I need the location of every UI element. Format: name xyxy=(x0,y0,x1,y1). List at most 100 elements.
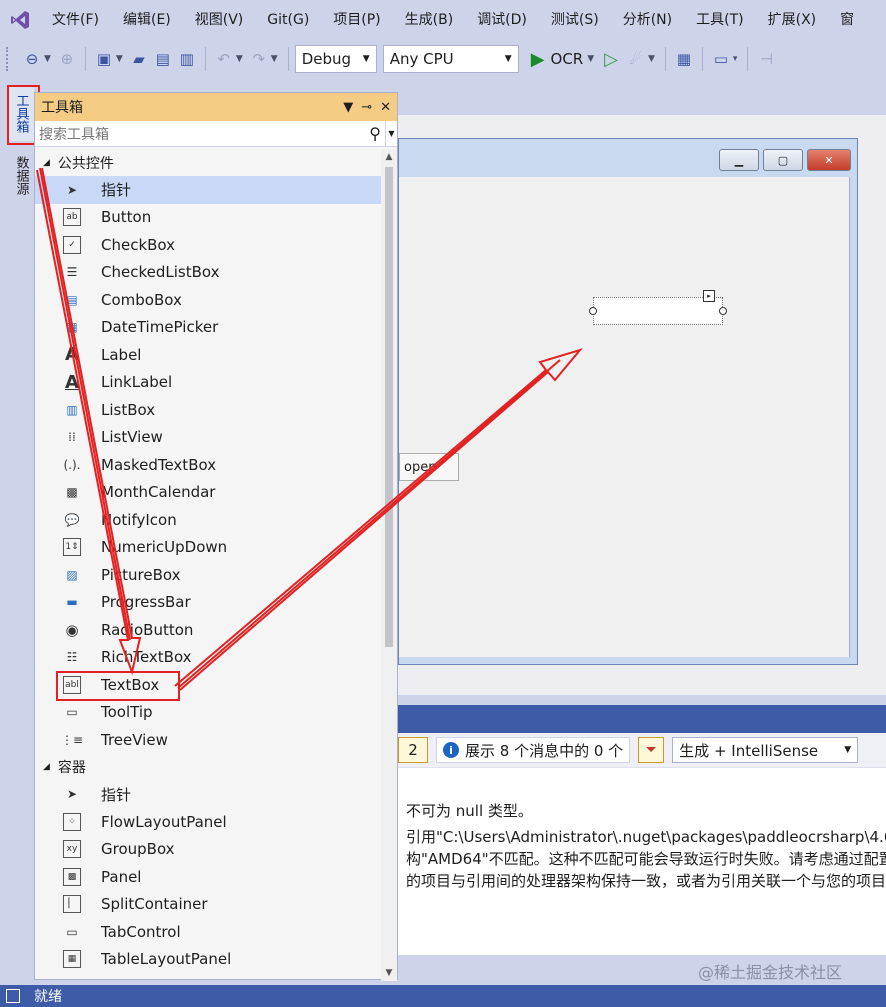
toolbox-item-flowlayoutpanel[interactable]: ⁘ FlowLayoutPanel xyxy=(35,808,383,836)
toolbox-item-panel[interactable]: ▩ Panel xyxy=(35,863,383,891)
toolbox-scrollbar[interactable]: ▲ ▼ xyxy=(381,149,397,981)
undo-dropdown-icon[interactable]: ▼ xyxy=(236,54,243,64)
start-debugging-icon[interactable]: ▶ xyxy=(531,49,545,70)
maximize-icon[interactable]: ▢ xyxy=(763,149,803,171)
toolbox-item-treeview[interactable]: ⋮≡ TreeView xyxy=(35,726,383,754)
toolbox-item-label[interactable]: A Label xyxy=(35,341,383,369)
toolbox-item-pointer[interactable]: ➤ 指针 xyxy=(35,781,383,809)
start-without-debugging-icon[interactable]: ▷ xyxy=(604,49,618,70)
toolbox-item-checkbox[interactable]: ✓ CheckBox xyxy=(35,231,383,259)
toolbox-item-notifyicon[interactable]: 💬 NotifyIcon xyxy=(35,506,383,534)
toolbox-item-pointer[interactable]: ➤ 指针 xyxy=(35,176,383,204)
start-target-label[interactable]: OCR xyxy=(551,50,584,68)
save-all-icon[interactable]: ▥ xyxy=(175,47,199,71)
toolbox-item-maskedtextbox[interactable]: (.). MaskedTextBox xyxy=(35,451,383,479)
close-icon[interactable]: ✕ xyxy=(380,100,391,115)
item-label: CheckBox xyxy=(101,235,176,254)
output-window-icon[interactable] xyxy=(6,989,20,1003)
redo-dropdown-icon[interactable]: ▼ xyxy=(271,54,278,64)
error-line[interactable]: 的项目与引用间的处理器架构保持一致，或者为引用关联一个与您的项目的 xyxy=(406,870,886,891)
warnings-count-button[interactable]: 2 xyxy=(398,737,428,763)
redo-icon[interactable]: ↷ xyxy=(247,47,271,71)
close-icon[interactable]: ✕ xyxy=(807,149,851,171)
toolbox-group-containers[interactable]: ◢ 容器 xyxy=(35,754,383,781)
search-options-dropdown-icon[interactable]: ▼ xyxy=(385,121,397,146)
open-button[interactable]: open xyxy=(399,453,459,481)
solution-platform-select[interactable]: Any CPU ▼ xyxy=(382,45,519,73)
resize-handle-right[interactable] xyxy=(719,307,727,315)
scroll-down-icon[interactable]: ▼ xyxy=(381,965,397,981)
collapse-triangle-icon: ◢ xyxy=(43,157,50,168)
filter-icon[interactable]: ⏷ xyxy=(638,737,665,763)
resize-handle-left[interactable] xyxy=(589,307,597,315)
menu-tools[interactable]: 工具(T) xyxy=(684,0,755,40)
build-filter-select[interactable]: 生成 + IntelliSense ▼ xyxy=(672,737,859,763)
menu-build[interactable]: 生成(B) xyxy=(393,0,466,40)
toolbox-item-splitcontainer[interactable]: ▏ SplitContainer xyxy=(35,891,383,919)
toolbox-item-linklabel[interactable]: A LinkLabel xyxy=(35,369,383,397)
align-icon[interactable]: ⊣ xyxy=(754,47,778,71)
toolbox-item-datetimepicker[interactable]: ▦ DateTimePicker xyxy=(35,314,383,342)
search-icon[interactable]: ⚲ xyxy=(369,124,381,143)
menu-git[interactable]: Git(G) xyxy=(255,0,321,40)
menu-test[interactable]: 测试(S) xyxy=(539,0,611,40)
toolbox-item-groupbox[interactable]: xy GroupBox xyxy=(35,836,383,864)
menu-file[interactable]: 文件(F) xyxy=(40,0,111,40)
toolbox-item-listview[interactable]: ⁞⁞ ListView xyxy=(35,424,383,452)
toolbox-group-common-controls[interactable]: ◢ 公共控件 xyxy=(35,149,383,176)
scroll-up-icon[interactable]: ▲ xyxy=(381,149,397,165)
toolbar-grip[interactable] xyxy=(6,47,12,71)
error-line[interactable]: 引用"C:\Users\Administrator\.nuget\package… xyxy=(406,826,886,847)
menu-extensions[interactable]: 扩展(X) xyxy=(756,0,829,40)
save-icon[interactable]: ▤ xyxy=(151,47,175,71)
open-folder-icon[interactable]: ▰ xyxy=(127,47,151,71)
solution-configuration-select[interactable]: Debug ▼ xyxy=(294,45,377,73)
menu-project[interactable]: 项目(P) xyxy=(321,0,392,40)
pin-icon[interactable]: ⊸ xyxy=(361,100,372,115)
navigate-back-icon[interactable]: ⊖ xyxy=(20,47,44,71)
toolbox-item-numericupdown[interactable]: 1⇕ NumericUpDown xyxy=(35,534,383,562)
hot-reload-icon[interactable]: ☄ xyxy=(624,47,648,71)
scrollbar-thumb[interactable] xyxy=(385,167,393,647)
error-line[interactable]: 构"AMD64"不匹配。这种不匹配可能会导致运行时失败。请考虑通过配置 xyxy=(406,848,886,869)
menu-edit[interactable]: 编辑(E) xyxy=(111,0,183,40)
toolbox-item-tooltip[interactable]: ▭ ToolTip xyxy=(35,699,383,727)
new-project-icon[interactable]: ▣ xyxy=(92,47,116,71)
solution-explorer-icon[interactable]: ▦ xyxy=(672,47,696,71)
toolbox-item-button[interactable]: ab Button xyxy=(35,204,383,232)
toolbox-item-picturebox[interactable]: ▨ PictureBox xyxy=(35,561,383,589)
navigate-forward-icon[interactable]: ⊕ xyxy=(55,47,79,71)
menu-analyze[interactable]: 分析(N) xyxy=(611,0,684,40)
toolbox-item-listbox[interactable]: ▥ ListBox xyxy=(35,396,383,424)
toolbox-search-box[interactable]: 搜索工具箱 ⚲ ▼ xyxy=(35,121,397,147)
hot-reload-dropdown-icon[interactable]: ▼ xyxy=(648,54,655,64)
window-position-dropdown-icon[interactable]: ▼ xyxy=(343,100,353,115)
menu-window[interactable]: 窗 xyxy=(828,0,866,40)
error-line[interactable]: 不可为 null 类型。 xyxy=(406,800,886,821)
new-project-dropdown-icon[interactable]: ▼ xyxy=(116,54,123,64)
toolbox-item-tabcontrol[interactable]: ▭ TabControl xyxy=(35,918,383,946)
messages-filter-button[interactable]: i 展示 8 个消息中的 0 个 xyxy=(436,737,631,763)
menu-debug[interactable]: 调试(D) xyxy=(465,0,539,40)
smart-tag-icon[interactable]: ▸ xyxy=(703,290,715,302)
toolbox-item-checkedlistbox[interactable]: ☰ CheckedListBox xyxy=(35,259,383,287)
toolbox-item-tablelayoutpanel[interactable]: ▦ TableLayoutPanel xyxy=(35,946,383,974)
back-dropdown-icon[interactable]: ▼ xyxy=(44,54,51,64)
item-label: FlowLayoutPanel xyxy=(101,812,227,831)
form-client-area[interactable]: open ▸ xyxy=(399,177,850,657)
form-title-bar[interactable]: ▁ ▢ ✕ xyxy=(399,139,857,177)
toolbox-item-richtextbox[interactable]: ☷ RichTextBox xyxy=(35,644,383,672)
form-designer-window[interactable]: ▁ ▢ ✕ open ▸ xyxy=(398,138,858,665)
toolbox-item-monthcalendar[interactable]: ▩ MonthCalendar xyxy=(35,479,383,507)
undo-icon[interactable]: ↶ xyxy=(212,47,236,71)
layout-dropdown-icon[interactable]: ▾ xyxy=(733,54,738,64)
datasource-side-tab[interactable]: 数据源 xyxy=(8,147,34,203)
minimize-icon[interactable]: ▁ xyxy=(719,149,759,171)
toolbox-item-radiobutton[interactable]: ◉ RadioButton xyxy=(35,616,383,644)
layout-icon[interactable]: ▭ xyxy=(709,47,733,71)
menu-view[interactable]: 视图(V) xyxy=(183,0,256,40)
start-target-dropdown-icon[interactable]: ▼ xyxy=(587,54,594,64)
toolbox-item-progressbar[interactable]: ▬ ProgressBar xyxy=(35,589,383,617)
toolbox-search-input[interactable]: 搜索工具箱 xyxy=(39,124,109,144)
toolbox-item-combobox[interactable]: ▤ ComboBox xyxy=(35,286,383,314)
